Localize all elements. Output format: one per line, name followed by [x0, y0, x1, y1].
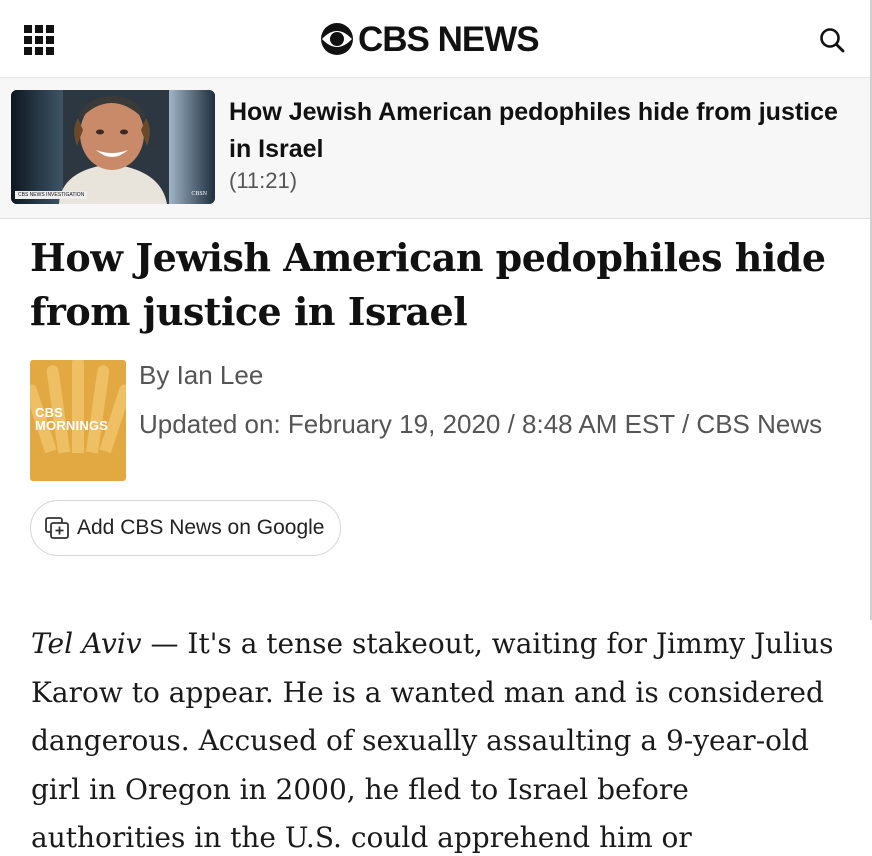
add-source-icon	[45, 517, 69, 539]
article-body-paragraph: Tel Aviv — It's a tense stakeout, waitin…	[31, 620, 851, 856]
video-duration: (11:21)	[229, 168, 298, 193]
cbs-eye-icon	[321, 23, 353, 55]
grid-menu-icon[interactable]	[24, 25, 54, 55]
author-logo-line2: MORNINGS	[35, 418, 109, 433]
site-header: CBS NEWS	[0, 0, 872, 78]
author-byline[interactable]: By Ian Lee	[139, 360, 263, 391]
author-avatar[interactable]: CBS MORNINGS	[30, 360, 126, 481]
search-icon[interactable]	[818, 26, 846, 54]
updated-date: Updated on: February 19, 2020 / 8:48 AM …	[139, 409, 823, 439]
body-text: — It's a tense stakeout, waiting for Jim…	[31, 627, 834, 854]
article-headline: How Jewish American pedophiles hide from…	[30, 235, 826, 334]
thumbnail-logo: CBSN	[191, 191, 207, 197]
logo-text: CBS NEWS	[358, 19, 540, 59]
add-on-google-label: Add CBS News on Google	[77, 516, 325, 539]
cbs-news-logo[interactable]: CBS NEWS	[320, 16, 540, 62]
video-thumbnail[interactable]: CBS NEWS INVESTIGATION CBSN	[11, 90, 215, 204]
author-logo-text: CBS MORNINGS	[35, 406, 108, 432]
dateline: Tel Aviv	[31, 627, 142, 660]
add-on-google-button[interactable]: Add CBS News on Google	[30, 500, 342, 556]
thumbnail-tag: CBS NEWS INVESTIGATION	[15, 191, 88, 199]
now-playing-title[interactable]: How Jewish American pedophiles hide from…	[229, 94, 839, 168]
now-playing-video[interactable]: CBS NEWS INVESTIGATION CBSN How Jewish A…	[0, 78, 872, 219]
thumbnail-person-image	[59, 96, 167, 204]
